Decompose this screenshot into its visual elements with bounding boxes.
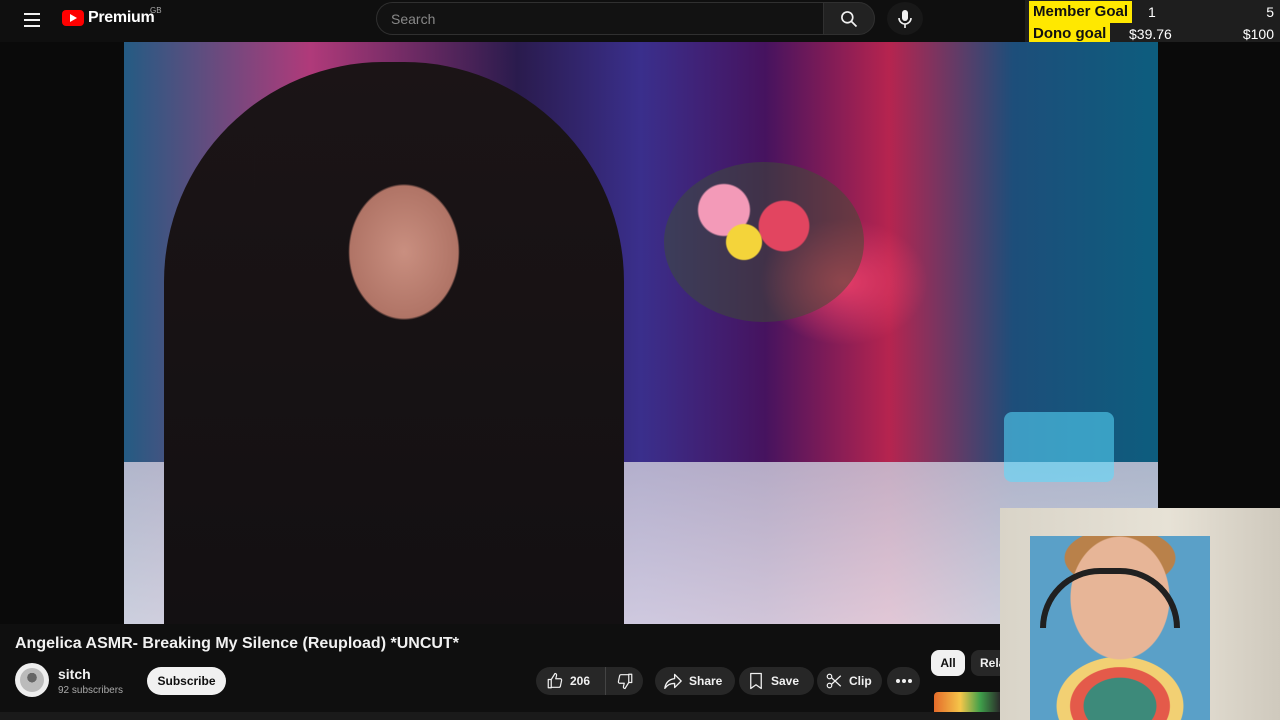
- like-button[interactable]: 206: [536, 667, 606, 695]
- microphone-icon: [898, 9, 912, 28]
- clip-label: Clip: [849, 674, 872, 688]
- youtube-logo-icon: [62, 10, 84, 26]
- like-count: 206: [570, 674, 591, 688]
- like-dislike-group: 206: [536, 667, 643, 695]
- dislike-button[interactable]: [606, 667, 643, 695]
- logo-brand-text: Premium: [88, 9, 155, 26]
- hamburger-menu-icon[interactable]: [18, 8, 46, 32]
- search-icon: [841, 10, 858, 27]
- share-icon: [664, 673, 682, 690]
- share-label: Share: [689, 674, 723, 688]
- member-goal-label: Member Goal: [1029, 1, 1133, 23]
- voice-search-button[interactable]: [887, 2, 923, 35]
- video-info-section: Angelica ASMR- Breaking My Silence (Reup…: [0, 628, 1000, 720]
- member-goal-current: 1: [1148, 4, 1156, 20]
- video-scene-lamp: [1004, 412, 1114, 482]
- save-label: Save: [771, 674, 800, 688]
- video-scene-person: [164, 62, 624, 624]
- streamer-webcam-overlay: [1000, 508, 1280, 720]
- subscriber-count: 92 subscribers: [58, 685, 124, 696]
- youtube-watch-page: Premium GB Member Goal 1 5 Don: [0, 0, 1280, 720]
- channel-avatar[interactable]: [15, 663, 49, 697]
- member-goal-target: 5: [1266, 4, 1274, 20]
- thumbs-down-icon: [617, 673, 632, 690]
- webcam-person: [1030, 536, 1210, 720]
- clip-button[interactable]: Clip: [817, 667, 882, 695]
- thumbs-up-icon: [547, 672, 563, 689]
- search-input[interactable]: [377, 3, 823, 34]
- bookmark-icon: [750, 672, 762, 690]
- member-goal-row: Member Goal 1 5: [1025, 1, 1280, 23]
- search-button[interactable]: [823, 2, 875, 35]
- youtube-premium-logo[interactable]: Premium GB: [62, 6, 162, 27]
- share-button[interactable]: Share: [655, 667, 735, 695]
- video-scene-flowers: [664, 162, 864, 322]
- stream-goals-overlay: Member Goal 1 5 Dono goal $39.76 $100: [1025, 0, 1280, 45]
- logo-region-code: GB: [150, 6, 162, 15]
- filter-chip-related[interactable]: Related: [971, 650, 1000, 676]
- avatar-image: [20, 668, 44, 692]
- search-box: [376, 2, 823, 35]
- video-title: Angelica ASMR- Breaking My Silence (Reup…: [15, 635, 459, 652]
- subscribe-button[interactable]: Subscribe: [147, 667, 226, 695]
- scissors-icon: [826, 673, 842, 689]
- description-box-edge: [0, 712, 1000, 720]
- more-horizontal-icon: [895, 679, 912, 683]
- filter-chip-all[interactable]: All: [931, 650, 965, 676]
- more-actions-button[interactable]: [887, 667, 920, 695]
- channel-name[interactable]: sitch: [58, 666, 91, 682]
- save-button[interactable]: Save: [739, 667, 814, 695]
